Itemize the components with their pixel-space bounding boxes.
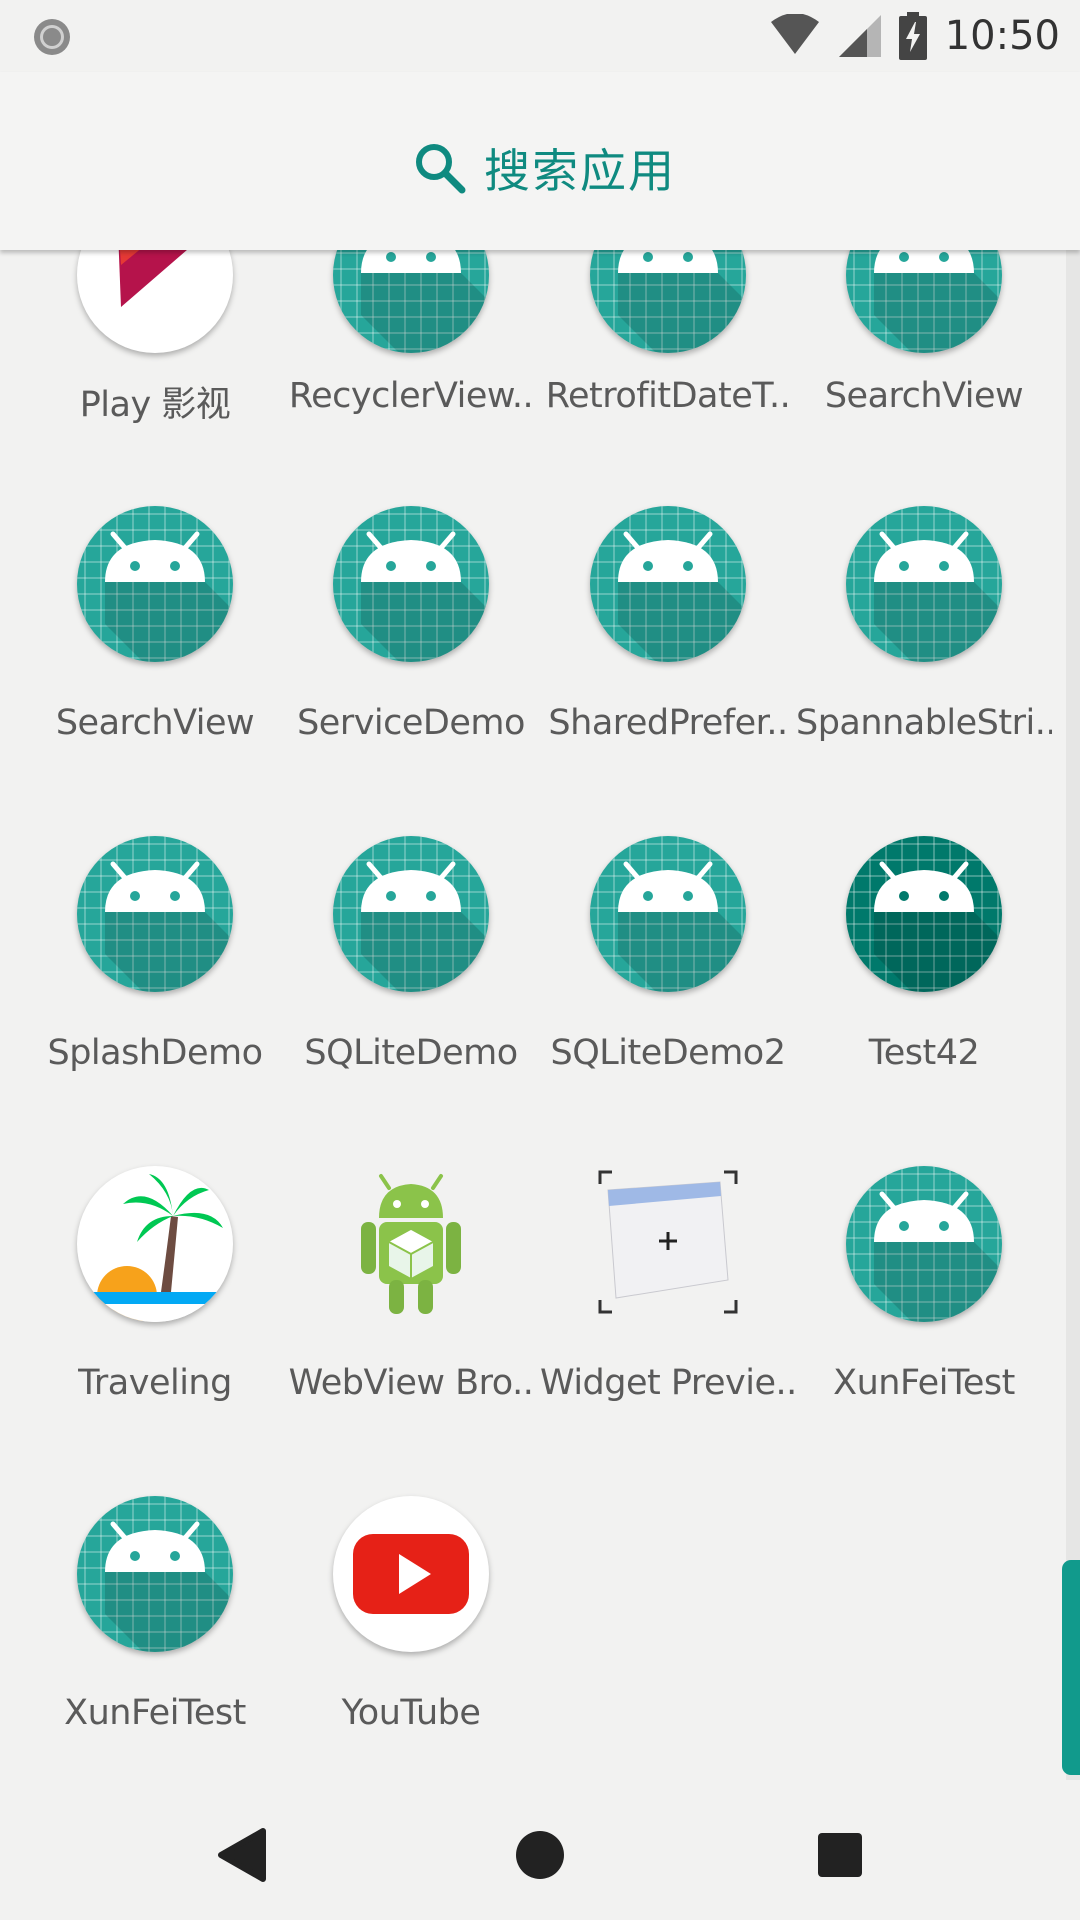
search-icon xyxy=(416,144,466,194)
android-default-icon xyxy=(846,506,1002,662)
app-webview-browser[interactable]: WebView Bro.. xyxy=(283,1164,539,1464)
app-servicedemo[interactable]: ServiceDemo xyxy=(283,504,539,804)
app-label: SQLiteDemo xyxy=(304,1033,518,1073)
back-icon xyxy=(218,1828,266,1882)
android-default-icon xyxy=(77,1496,233,1652)
android-default-icon xyxy=(333,836,489,992)
navigation-bar xyxy=(0,1790,1080,1920)
app-searchview-2[interactable]: SearchView xyxy=(27,504,283,804)
palm-beach-icon xyxy=(77,1166,233,1322)
app-search-bar[interactable]: 搜索应用 xyxy=(0,72,1080,250)
app-youtube[interactable]: YouTube xyxy=(283,1494,539,1790)
app-label: SearchView xyxy=(824,376,1024,416)
wifi-icon xyxy=(769,14,821,58)
recents-button[interactable] xyxy=(800,1815,880,1895)
android-default-icon xyxy=(333,250,489,353)
widget-preview-icon xyxy=(598,1170,738,1314)
android-default-dark-icon xyxy=(846,836,1002,992)
app-widget-preview[interactable]: Widget Previe.. xyxy=(540,1164,796,1464)
app-label: Play 影视 xyxy=(79,385,231,425)
back-button[interactable] xyxy=(202,1815,282,1895)
play-movies-icon xyxy=(77,250,233,353)
app-label: XunFeiTest xyxy=(64,1693,246,1733)
scrollbar-track[interactable] xyxy=(1066,250,1080,1780)
status-bar: 10:50 xyxy=(0,0,1080,72)
app-splashdemo[interactable]: SplashDemo xyxy=(27,834,283,1134)
app-xunfeitest-1[interactable]: XunFeiTest xyxy=(796,1164,1052,1464)
app-test42[interactable]: Test42 xyxy=(796,834,1052,1134)
app-play-movies[interactable]: Play 影视 xyxy=(27,250,283,495)
app-label: RecyclerView.. xyxy=(288,376,534,416)
android-default-icon xyxy=(590,836,746,992)
app-label: YouTube xyxy=(341,1693,481,1733)
app-label: RetrofitDateT.. xyxy=(545,376,791,416)
home-icon xyxy=(516,1831,564,1879)
app-label: SearchView xyxy=(55,703,255,743)
app-label: WebView Bro.. xyxy=(288,1363,534,1403)
app-xunfeitest-2[interactable]: XunFeiTest xyxy=(27,1494,283,1790)
recents-icon xyxy=(818,1833,862,1877)
app-traveling[interactable]: Traveling xyxy=(27,1164,283,1464)
clock-time: 10:50 xyxy=(944,13,1060,59)
search-label: 搜索应用 xyxy=(484,144,676,198)
android-default-icon xyxy=(590,250,746,353)
app-searchview-1[interactable]: SearchView xyxy=(796,250,1052,495)
app-label: SharedPrefer.. xyxy=(548,703,788,743)
app-sharedprefer[interactable]: SharedPrefer.. xyxy=(540,504,796,804)
app-label: Traveling xyxy=(78,1363,232,1403)
home-button[interactable] xyxy=(500,1815,580,1895)
android-default-icon xyxy=(77,506,233,662)
app-label: Test42 xyxy=(868,1033,980,1073)
android-robot-box-icon xyxy=(361,1174,461,1314)
android-default-icon xyxy=(846,250,1002,353)
youtube-icon xyxy=(333,1496,489,1652)
app-sqlitedemo2[interactable]: SQLiteDemo2 xyxy=(540,834,796,1134)
app-label: ServiceDemo xyxy=(297,703,525,743)
app-spannablestri[interactable]: SpannableStri.. xyxy=(796,504,1052,804)
app-recyclerview[interactable]: RecyclerView.. xyxy=(283,250,539,495)
recording-dot-icon xyxy=(34,19,70,55)
android-default-icon xyxy=(846,1166,1002,1322)
app-label: Widget Previe.. xyxy=(540,1363,796,1403)
android-default-icon xyxy=(77,836,233,992)
app-sqlitedemo[interactable]: SQLiteDemo xyxy=(283,834,539,1134)
app-label: SQLiteDemo2 xyxy=(550,1033,786,1073)
battery-charging-icon xyxy=(898,12,927,60)
cell-signal-icon xyxy=(838,15,881,57)
android-default-icon xyxy=(590,506,746,662)
app-retrofitdatet[interactable]: RetrofitDateT.. xyxy=(540,250,796,495)
app-drawer-grid: Play 影视 RecyclerView.. RetrofitDateT.. S… xyxy=(0,250,1080,1790)
android-default-icon xyxy=(333,506,489,662)
app-label: SplashDemo xyxy=(47,1033,263,1073)
app-label: XunFeiTest xyxy=(833,1363,1015,1403)
app-label: SpannableStri.. xyxy=(796,703,1052,743)
scrollbar-thumb[interactable] xyxy=(1062,1560,1080,1775)
